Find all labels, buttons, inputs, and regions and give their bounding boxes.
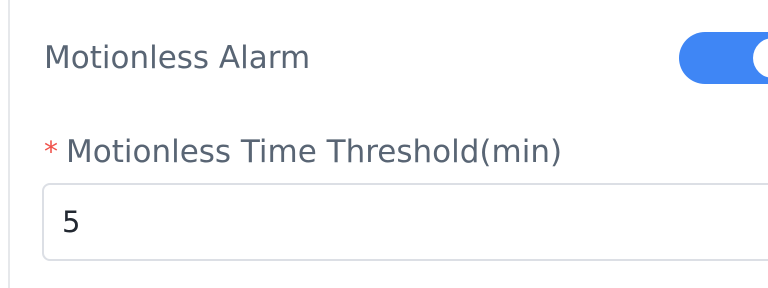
threshold-label-row: * Motionless Time Threshold(min) [44,130,562,174]
settings-panel: Motionless Alarm * Motionless Time Thresh… [0,0,768,288]
threshold-label: Motionless Time Threshold(min) [66,134,563,170]
motionless-alarm-row: Motionless Alarm [44,32,768,84]
toggle-knob [753,38,768,78]
panel-divider [8,0,10,288]
motionless-alarm-toggle[interactable] [679,32,768,84]
threshold-input[interactable]: 5 [42,183,768,261]
motionless-alarm-label: Motionless Alarm [44,40,311,76]
threshold-input-value: 5 [62,205,81,239]
required-indicator: * [44,135,58,168]
